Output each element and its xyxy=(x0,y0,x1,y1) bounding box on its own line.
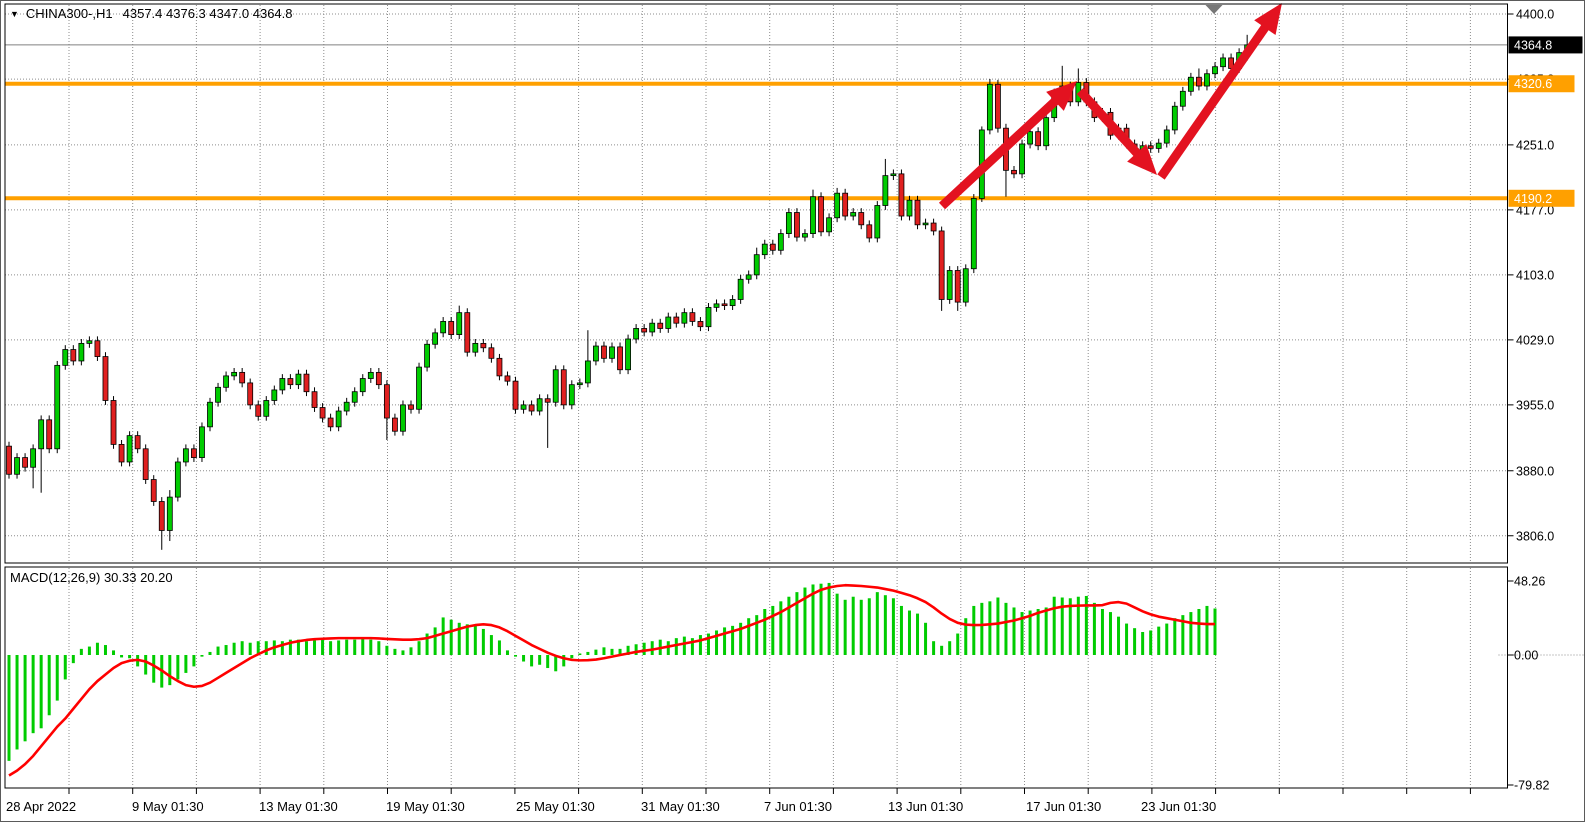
chart-window[interactable]: 4400.04325.84251.04177.04103.04029.03955… xyxy=(0,0,1585,822)
horizontal-gridlines xyxy=(5,14,1585,655)
trend-arrow-2[interactable] xyxy=(1080,91,1157,175)
price-tick-label: 4251.0 xyxy=(1516,138,1554,152)
hline-price-tag: 4320.6 xyxy=(1509,75,1575,92)
time-tick-label: 25 May 01:30 xyxy=(516,799,595,814)
chart-canvas[interactable]: 4400.04325.84251.04177.04103.04029.03955… xyxy=(1,1,1585,822)
macd-histogram xyxy=(8,583,1217,761)
macd-axis[interactable]: 48.26 0.00 -79.82 xyxy=(1508,575,1550,793)
price-tick-label: 3880.0 xyxy=(1516,464,1554,478)
vertical-gridlines xyxy=(69,5,1470,794)
svg-text:4190.2: 4190.2 xyxy=(1514,192,1552,206)
trend-arrow-3[interactable] xyxy=(1161,3,1282,177)
time-tick-label: 13 Jun 01:30 xyxy=(888,799,963,814)
price-tick-label: 4029.0 xyxy=(1516,333,1554,347)
time-axis[interactable]: 28 Apr 2022 9 May 01:30 13 May 01:30 19 May… xyxy=(6,799,1216,814)
macd-tick-label: 48.26 xyxy=(1514,575,1545,589)
macd-indicator-label: MACD(12,26,9) 30.33 20.20 xyxy=(10,570,173,585)
price-tick-label: 3806.0 xyxy=(1516,529,1554,543)
candlestick-series xyxy=(7,35,1250,550)
time-tick-label: 17 Jun 01:30 xyxy=(1026,799,1101,814)
chart-header: ▼ CHINA300-,H1 4357.4 4376.3 4347.0 4364.8 xyxy=(10,6,293,21)
symbol-dropdown-icon[interactable]: ▼ xyxy=(10,9,19,19)
time-tick-label: 19 May 01:30 xyxy=(386,799,465,814)
svg-text:4364.8: 4364.8 xyxy=(1514,38,1552,52)
time-tick-label: 9 May 01:30 xyxy=(132,799,204,814)
time-tick-label: 7 Jun 01:30 xyxy=(764,799,832,814)
macd-values: 30.33 20.20 xyxy=(104,570,173,585)
current-price-tag: 4364.8 xyxy=(1509,36,1583,53)
price-tick-label: 4103.0 xyxy=(1516,268,1554,282)
time-tick-label: 23 Jun 01:30 xyxy=(1141,799,1216,814)
macd-name: MACD(12,26,9) xyxy=(10,570,100,585)
macd-tick-label: 0.00 xyxy=(1514,649,1538,663)
ohlc-values: 4357.4 4376.3 4347.0 4364.8 xyxy=(123,6,293,21)
trend-arrow-1[interactable] xyxy=(942,81,1077,206)
macd-tick-label: -79.82 xyxy=(1514,779,1549,793)
price-axis[interactable]: 4400.04325.84251.04177.04103.04029.03955… xyxy=(1508,8,1583,544)
time-tick-label: 28 Apr 2022 xyxy=(6,799,76,814)
time-tick-label: 31 May 01:30 xyxy=(641,799,720,814)
time-tick-label: 13 May 01:30 xyxy=(259,799,338,814)
shift-marker-icon[interactable] xyxy=(1206,5,1223,14)
price-tick-label: 3955.0 xyxy=(1516,398,1554,412)
hline-price-tag: 4190.2 xyxy=(1509,190,1575,207)
symbol-timeframe-label: CHINA300-,H1 xyxy=(26,6,113,21)
price-tick-label: 4400.0 xyxy=(1516,8,1554,22)
macd-signal-line xyxy=(9,585,1215,775)
svg-text:4320.6: 4320.6 xyxy=(1514,77,1552,91)
